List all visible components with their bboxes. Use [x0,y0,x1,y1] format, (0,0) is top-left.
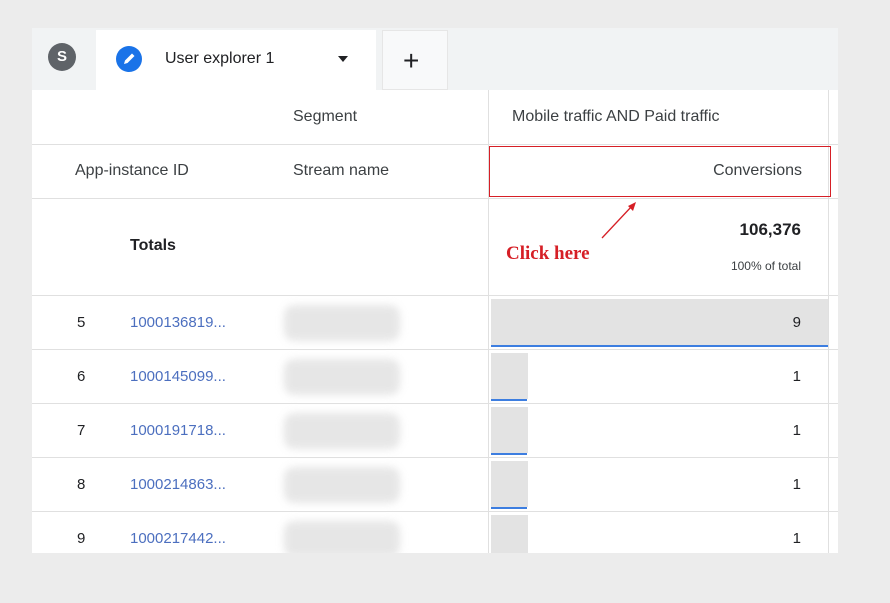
totals-percentage: 100% of total [730,259,801,273]
conversion-bar-line [491,345,828,347]
add-tab-button[interactable]: + [382,30,448,90]
divider [32,198,838,199]
app-instance-id-link[interactable]: 1000136819... [130,314,226,331]
row-index: 6 [77,368,86,385]
row-index: 8 [77,476,86,493]
conversions-value: 1 [792,368,801,385]
app-instance-id-link[interactable]: 1000145099... [130,368,226,385]
redacted-stream-name [284,521,400,553]
redacted-stream-name [284,467,400,503]
segment-label: Segment [293,108,358,125]
tab-label[interactable]: User explorer 1 [165,50,274,68]
table-row[interactable]: 6 1000145099... 1 [32,349,838,403]
conversions-label: Conversions [713,162,802,179]
conversion-bar [491,407,528,453]
table-row[interactable]: 5 1000136819... 9 [32,295,838,349]
chevron-down-icon[interactable] [338,56,348,62]
plus-icon: + [403,45,420,76]
pencil-icon[interactable] [116,46,142,72]
table-row[interactable]: 7 1000191718... 1 [32,403,838,457]
conversion-bar [491,353,528,399]
row-index: 5 [77,314,86,331]
redacted-stream-name [284,413,400,449]
conversions-value: 1 [792,422,801,439]
report-panel: S User explorer 1 + Segment Mobile traff… [32,28,838,553]
click-here-annotation: Click here [506,243,590,264]
table-row[interactable]: 8 1000214863... 1 [32,457,838,511]
conversion-bar-line [491,399,527,401]
conversions-value: 9 [792,314,801,331]
row-index: 9 [77,530,86,547]
redacted-stream-name [284,359,400,395]
tab-user-explorer[interactable]: User explorer 1 [96,30,376,90]
column-header-conversions[interactable]: Conversions [489,146,831,197]
redacted-stream-name [284,305,400,341]
conversions-value: 1 [792,476,801,493]
column-header-app-instance-id[interactable]: App-instance ID [75,162,189,180]
avatar[interactable]: S [48,43,76,71]
totals-value: 106,376 [739,220,801,239]
annotation-arrow-icon [601,202,636,239]
conversion-bar [491,461,528,507]
segment-value[interactable]: Mobile traffic AND Paid traffic [512,108,720,126]
tab-bar: S User explorer 1 + [32,28,838,90]
totals-label: Totals [130,237,176,254]
table-row[interactable]: 9 1000217442... 1 [32,511,838,553]
column-header-stream-name[interactable]: Stream name [293,162,389,180]
conversion-bar-line [491,507,527,509]
app-instance-id-link[interactable]: 1000217442... [130,530,226,547]
app-instance-id-link[interactable]: 1000191718... [130,422,226,439]
conversion-bar [491,515,528,553]
conversion-bar-line [491,453,527,455]
row-index: 7 [77,422,86,439]
divider [32,144,838,145]
conversions-value: 1 [792,530,801,547]
app-instance-id-link[interactable]: 1000214863... [130,476,226,493]
